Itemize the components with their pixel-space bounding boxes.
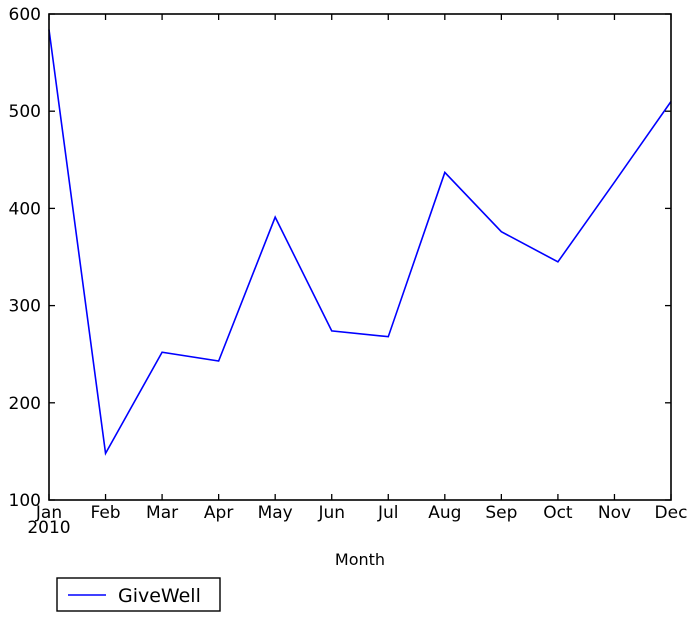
y-tick-label: 300	[9, 297, 41, 317]
x-tick-label: Dec	[655, 503, 688, 523]
chart-legend[interactable]: GiveWell	[56, 577, 221, 612]
x-tick-label: Nov	[598, 503, 631, 523]
x-axis-tick-labels: Jan Feb Mar Apr May Jun Jul Aug Sep Oct Nov Dec	[35, 503, 688, 523]
x-tick-label: Feb	[90, 503, 120, 523]
x-tick-label: May	[258, 503, 293, 523]
x-tick-label: Mar	[146, 503, 178, 523]
legend-label-givewell: GiveWell	[118, 585, 201, 607]
y-tick-label: 400	[9, 199, 41, 219]
line-chart: 100200300400500600 Jan Feb Mar Apr May Jun Jul…	[9, 5, 688, 612]
x-axis-title: Month	[335, 550, 385, 569]
chart-figure: 100 200 300 400 500 600 Jan Feb Mar Apr May Jun Jul…	[0, 0, 693, 621]
y-axis-tick-labels: 100200300400500600	[9, 5, 41, 511]
x-tick-label: Apr	[204, 503, 233, 523]
x-tick-label: Jun	[317, 503, 345, 523]
y-tick-label: 200	[9, 394, 41, 414]
x-tick-label: Oct	[543, 503, 573, 523]
y-tick-label: 600	[9, 5, 41, 25]
x-tick-label: Sep	[485, 503, 517, 523]
plot-area-background	[49, 14, 671, 500]
y-tick-label: 500	[9, 102, 41, 122]
x-tick-label: Aug	[428, 503, 461, 523]
x-axis-year-label: 2010	[27, 518, 70, 538]
x-tick-label: Jul	[377, 503, 399, 523]
